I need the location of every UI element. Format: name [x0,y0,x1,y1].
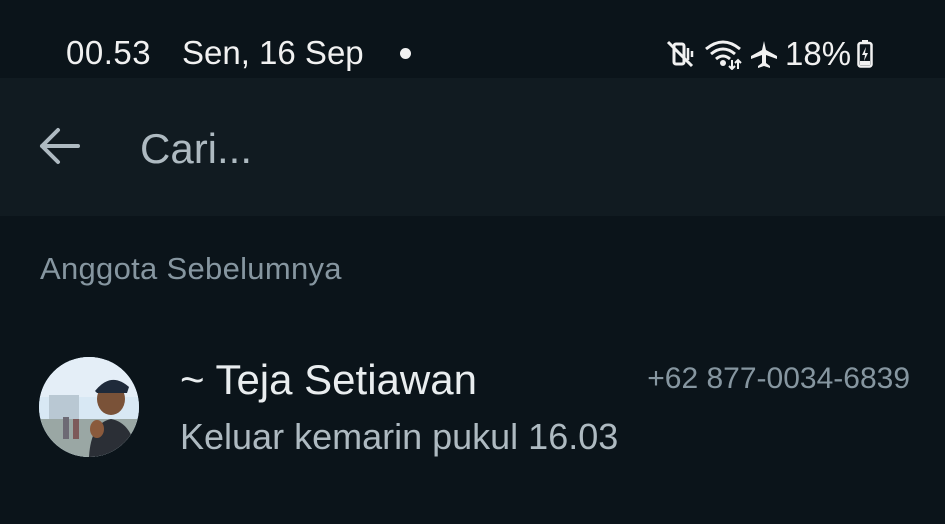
list-item[interactable]: ~ Teja Setiawan +62 877-0034-6839 Keluar… [0,336,945,476]
member-phone: +62 877-0034-6839 [647,362,910,395]
arrow-back-icon [38,126,82,171]
battery-level: 18% [785,35,852,72]
avatar[interactable] [39,357,139,457]
notification-dot-icon [400,48,411,59]
status-date: Sen, 16 Sep [182,34,364,71]
battery-charging-icon [857,40,873,68]
status-time: 00.53 [66,34,152,71]
status-bar: 00.53 Sen, 16 Sep 18% [0,0,945,78]
airplane-icon [749,39,779,69]
section-header: Anggota Sebelumnya [40,251,342,286]
member-name: ~ Teja Setiawan [180,356,477,403]
member-status: Keluar kemarin pukul 16.03 [180,416,619,457]
status-icons: 18% [665,35,873,72]
back-button[interactable] [36,126,84,170]
search-input[interactable] [140,122,880,176]
wifi-icon [703,38,743,70]
vibrate-mute-icon [665,39,695,69]
